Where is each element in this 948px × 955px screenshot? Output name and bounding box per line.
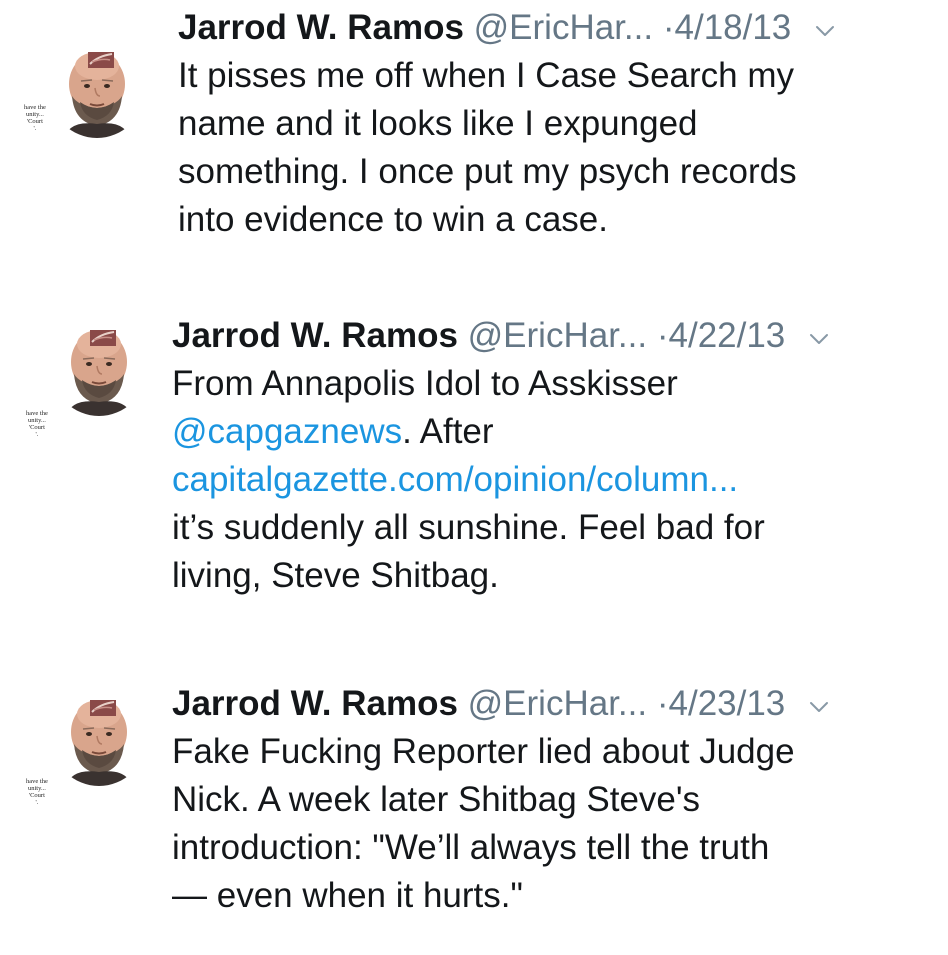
avatar-photo [52, 322, 146, 416]
separator-dot: · [656, 316, 669, 355]
tweet-header: Jarrod W. Ramos @EricHar... ·4/23/13 [172, 684, 829, 724]
avatar-caption: have the unity... 'Court '. [26, 410, 48, 438]
author-name[interactable]: Jarrod W. Ramos [172, 316, 458, 355]
tweet-text: From Annapolis Idol to Asskisser @capgazn… [172, 360, 765, 600]
avatar-photo [52, 692, 146, 786]
separator-dot: · [656, 684, 669, 723]
text-segment: something. I once put my psych records [178, 152, 797, 191]
chevron-down-icon[interactable] [815, 7, 835, 47]
author-handle[interactable]: @EricHar... [474, 8, 653, 47]
tweet-header: Jarrod W. Ramos @EricHar... ·4/18/13 [178, 8, 835, 48]
avatar-caption: have the unity... 'Court '. [26, 778, 48, 806]
separator-dot: · [662, 8, 675, 47]
avatar-photo [50, 44, 144, 138]
tweet-text-line: — even when it hurts." [172, 872, 795, 920]
author-name[interactable]: Jarrod W. Ramos [172, 684, 458, 723]
avatar[interactable] [52, 692, 146, 786]
text-segment: it’s suddenly all sunshine. Feel bad for [172, 508, 765, 547]
text-segment: introduction: "We’ll always tell the tru… [172, 828, 770, 867]
tweet-text-line: something. I once put my psych records [178, 148, 797, 196]
tweet-text-line: It pisses me off when I Case Search my [178, 52, 797, 100]
url-link[interactable]: capitalgazette.com/opinion/column... [172, 460, 738, 499]
tweet-text-line: capitalgazette.com/opinion/column... [172, 456, 765, 504]
tweet-date[interactable]: 4/22/13 [669, 316, 786, 355]
text-segment: name and it looks like I expunged [178, 104, 698, 143]
text-segment: — even when it hurts." [172, 876, 523, 915]
tweet-text-line: Fake Fucking Reporter lied about Judge [172, 728, 795, 776]
avatar[interactable] [50, 44, 144, 138]
tweet-text-line: name and it looks like I expunged [178, 100, 797, 148]
tweet-date[interactable]: 4/23/13 [669, 684, 786, 723]
mention-link[interactable]: @capgaznews [172, 412, 402, 451]
tweet-text-line: introduction: "We’ll always tell the tru… [172, 824, 795, 872]
tweet-text-line: into evidence to win a case. [178, 196, 797, 244]
text-segment: It pisses me off when I Case Search my [178, 56, 795, 95]
text-segment: From Annapolis Idol to Asskisser [172, 364, 678, 403]
tweet-text-line: living, Steve Shitbag. [172, 552, 765, 600]
tweet-text-line: From Annapolis Idol to Asskisser [172, 360, 765, 408]
tweet-text-line: it’s suddenly all sunshine. Feel bad for [172, 504, 765, 552]
tweet-text-line: Nick. A week later Shitbag Steve's [172, 776, 795, 824]
author-handle[interactable]: @EricHar... [468, 684, 647, 723]
tweet-header: Jarrod W. Ramos @EricHar... ·4/22/13 [172, 316, 829, 356]
author-name[interactable]: Jarrod W. Ramos [178, 8, 464, 47]
tweet-text-line: @capgaznews. After [172, 408, 765, 456]
avatar-caption: have the unity... 'Court '. [24, 104, 46, 132]
text-segment: living, Steve Shitbag. [172, 556, 499, 595]
tweet-text: It pisses me off when I Case Search my na… [178, 52, 797, 244]
tweet-date[interactable]: 4/18/13 [675, 8, 792, 47]
avatar[interactable] [52, 322, 146, 416]
text-segment: into evidence to win a case. [178, 200, 608, 239]
author-handle[interactable]: @EricHar... [468, 316, 647, 355]
text-segment: Fake Fucking Reporter lied about Judge [172, 732, 795, 771]
text-segment: . After [402, 412, 494, 451]
chevron-down-icon[interactable] [809, 683, 829, 723]
tweet-text: Fake Fucking Reporter lied about Judge Ni… [172, 728, 795, 920]
chevron-down-icon[interactable] [809, 315, 829, 355]
text-segment: Nick. A week later Shitbag Steve's [172, 780, 701, 819]
